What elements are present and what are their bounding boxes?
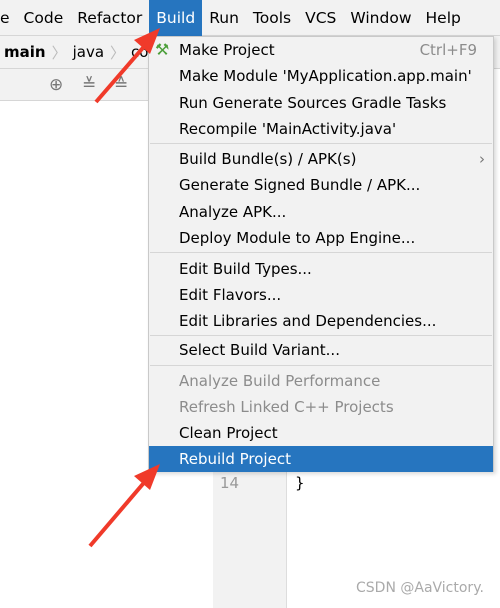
menu-item-edit-flavors[interactable]: Edit Flavors...: [149, 282, 493, 308]
menu-separator: [150, 335, 492, 336]
menu-run[interactable]: Run: [202, 0, 246, 36]
code-line[interactable]: }: [295, 474, 305, 492]
breadcrumb-separator: 〉: [110, 43, 126, 62]
menu-build[interactable]: Build: [149, 0, 203, 36]
menu-edit[interactable]: e: [0, 0, 17, 36]
project-toolbar: ⊕ ≚ ≙: [0, 69, 148, 101]
menu-item-generate-sources[interactable]: Run Generate Sources Gradle Tasks: [149, 90, 493, 116]
expand-all-icon[interactable]: ≚: [82, 75, 96, 95]
menu-refactor[interactable]: Refactor: [70, 0, 149, 36]
collapse-all-icon[interactable]: ≙: [114, 75, 128, 95]
menu-item-analyze-build-performance: Analyze Build Performance: [179, 372, 381, 390]
menu-help[interactable]: Help: [419, 0, 468, 36]
watermark: CSDN @AaVictory.: [356, 580, 484, 596]
locate-icon[interactable]: ⊕: [49, 75, 63, 95]
menu-item-clean-project[interactable]: Clean Project: [149, 420, 493, 446]
build-menu: ⚒ Make Project Ctrl+F9 Make Module 'MyAppl…: [148, 36, 494, 472]
menu-item-label: Make Project: [179, 41, 275, 59]
menu-item-build-bundle[interactable]: Build Bundle(s) / APK(s) ›: [149, 146, 493, 172]
menu-item-make-module[interactable]: Make Module 'MyApplication.app.main': [149, 63, 493, 89]
breadcrumb-main[interactable]: main: [4, 43, 46, 61]
menu-item-refresh-cpp: Refresh Linked C++ Projects: [179, 398, 394, 416]
menu-item-edit-libraries[interactable]: Edit Libraries and Dependencies...: [149, 308, 493, 334]
shortcut: Ctrl+F9: [419, 41, 477, 59]
breadcrumb-separator: 〉: [51, 43, 67, 62]
menu-separator: [150, 143, 492, 144]
menu-tools[interactable]: Tools: [246, 0, 298, 36]
menu-item-generate-signed[interactable]: Generate Signed Bundle / APK...: [149, 172, 493, 198]
menu-vcs[interactable]: VCS: [298, 0, 343, 36]
breadcrumb-java[interactable]: java: [73, 43, 104, 61]
menu-item-select-build-variant[interactable]: Select Build Variant...: [149, 337, 493, 363]
menu-separator: [150, 365, 492, 366]
line-number: 14: [220, 474, 240, 492]
menu-item-rebuild-project[interactable]: Rebuild Project: [149, 446, 493, 472]
hammer-icon: ⚒: [155, 40, 170, 59]
menu-item-recompile[interactable]: Recompile 'MainActivity.java': [149, 116, 493, 142]
red-arrow-icon: [88, 464, 160, 548]
chevron-right-icon: ›: [479, 150, 485, 168]
menu-item-analyze-apk[interactable]: Analyze APK...: [149, 199, 493, 225]
menu-code[interactable]: Code: [17, 0, 71, 36]
menu-item-deploy-module[interactable]: Deploy Module to App Engine...: [149, 225, 493, 251]
menu-item-edit-build-types[interactable]: Edit Build Types...: [149, 256, 493, 282]
menu-bar: e Code Refactor Build Run Tools VCS Wind…: [0, 0, 500, 36]
menu-item-make-project[interactable]: ⚒ Make Project Ctrl+F9: [149, 37, 493, 63]
menu-window[interactable]: Window: [343, 0, 418, 36]
menu-separator: [150, 252, 492, 253]
menu-item-label: Build Bundle(s) / APK(s): [179, 150, 357, 168]
